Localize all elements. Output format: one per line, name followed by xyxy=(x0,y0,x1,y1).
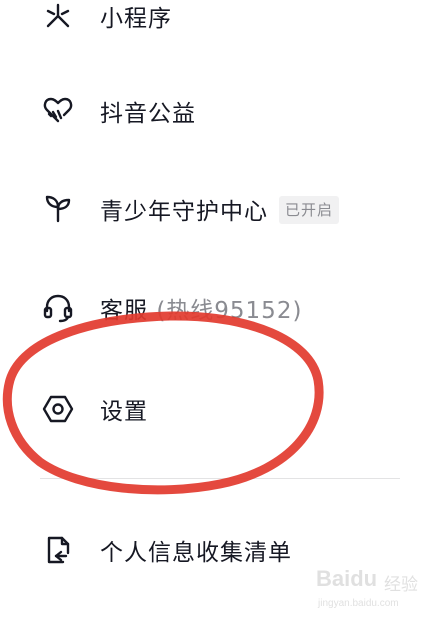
menu-label-mini-program: 小程序 xyxy=(100,6,172,32)
menu-label-customer-service: 客服 (热线95152) xyxy=(100,291,302,325)
menu-item-customer-service[interactable]: 客服 (热线95152) xyxy=(0,278,420,338)
hotline-text: (热线95152) xyxy=(156,298,303,324)
baidu-watermark: Baidu 经验 jingyan.baidu.com xyxy=(316,564,436,614)
menu-item-settings[interactable]: 设置 xyxy=(0,379,420,439)
watermark-url: jingyan.baidu.com xyxy=(318,598,399,609)
menu-label-personal-info-list: 个人信息收集清单 xyxy=(100,540,292,566)
watermark-cn: 经验 xyxy=(384,575,418,595)
sprout-icon xyxy=(40,191,76,227)
menu-item-youth-protection[interactable]: 青少年守护中心 已开启 xyxy=(0,179,420,239)
menu-item-mini-program[interactable]: 小程序 xyxy=(0,0,420,46)
status-badge: 已开启 xyxy=(279,196,340,224)
settings-hexagon-icon xyxy=(40,391,76,427)
menu-item-charity[interactable]: 抖音公益 xyxy=(0,81,420,141)
menu-label-settings: 设置 xyxy=(100,399,148,425)
document-icon xyxy=(40,532,76,568)
menu-divider xyxy=(40,478,400,479)
mini-program-icon xyxy=(40,0,76,34)
menu-label-charity: 抖音公益 xyxy=(100,101,196,127)
headset-icon xyxy=(40,290,76,326)
charity-heart-icon xyxy=(40,93,76,129)
customer-service-text: 客服 xyxy=(100,298,148,324)
watermark-logo: Baidu xyxy=(316,566,378,591)
menu-label-youth-protection: 青少年守护中心 xyxy=(100,199,268,225)
menu-page: 小程序 抖音公益 青少年守护中心 已开启 客服 (热线95152) 设置 个人信… xyxy=(0,0,446,618)
